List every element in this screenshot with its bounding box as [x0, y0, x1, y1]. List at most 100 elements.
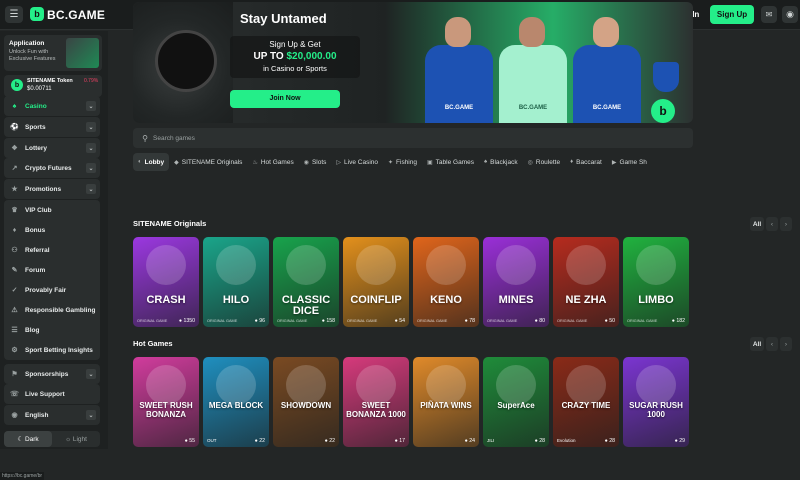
globe-icon[interactable]: ◉ — [782, 6, 798, 23]
game-tag: ORIGINAL GAME — [557, 319, 588, 323]
game-art — [146, 365, 186, 405]
game-tag: ORIGINAL GAME — [137, 319, 168, 323]
hot-games-all-button[interactable]: All — [750, 337, 764, 351]
tab-fishing[interactable]: ✦ Fishing — [383, 153, 422, 171]
game-title: CRAZY TIME — [561, 401, 611, 410]
sidebar-item-bonus[interactable]: ♦ Bonus — [4, 220, 100, 240]
sidebar-group: ★ Promotions ⌄ — [4, 179, 100, 199]
hero-banner[interactable]: Stay Untamed Sign Up & Get UP TO $20,000… — [133, 2, 693, 123]
tab-baccarat[interactable]: ♦ Baccarat — [565, 153, 607, 171]
game-search-input[interactable] — [153, 130, 673, 146]
chevron-down-icon[interactable]: ⌄ — [86, 369, 96, 379]
sidebar-item-sport-betting-insights[interactable]: ⚙ Sport Betting Insights — [4, 340, 100, 360]
sidebar-item-vip-club[interactable]: ♛ VIP Club — [4, 200, 100, 220]
chevron-left-icon[interactable]: ‹ — [766, 217, 778, 231]
app-promo-title: Application — [9, 40, 45, 47]
game-tile[interactable]: SWEET RUSH BONANZA ● 55 — [133, 357, 199, 447]
logo-text[interactable]: BC.GAME — [47, 8, 105, 22]
sidebar-item-label: Provably Fair — [25, 286, 67, 294]
sidebar-item-referral[interactable]: ⚇ Referral — [4, 240, 100, 260]
token-card[interactable]: b SITENAME Token 0.79% $0.00711 — [4, 75, 102, 97]
chevron-down-icon[interactable]: ⌄ — [86, 410, 96, 420]
chevron-down-icon[interactable]: ⌄ — [86, 184, 96, 194]
game-tile[interactable]: COINFLIP ORIGINAL GAME ● 54 — [343, 237, 409, 327]
game-title: HILO — [222, 294, 250, 306]
sidebar-item-crypto-futures[interactable]: ↗ Crypto Futures ⌄ — [4, 158, 100, 178]
game-title: SWEET BONANZA 1000 — [346, 401, 406, 419]
game-tile[interactable]: LIMBO ORIGINAL GAME ● 182 — [623, 237, 689, 327]
sidebar-item-blog[interactable]: ☰ Blog — [4, 320, 100, 340]
game-tile[interactable]: CRAZY TIME Evolution ● 28 — [553, 357, 619, 447]
game-tile[interactable]: SUGAR RUSH 1000 ● 29 — [623, 357, 689, 447]
game-tile[interactable]: MEGA BLOCK OUT ● 22 — [203, 357, 269, 447]
message-icon[interactable]: ✉ — [761, 6, 777, 23]
club-crest-icon — [653, 62, 679, 92]
game-tile[interactable]: SuperAce JILI ● 28 — [483, 357, 549, 447]
game-title: SWEET RUSH BONANZA — [139, 401, 193, 419]
token-name: SITENAME Token — [27, 78, 73, 84]
promotions-icon: ★ — [11, 186, 18, 193]
tab-table-games[interactable]: ▣ Table Games — [422, 153, 479, 171]
category-icon: ◎ — [527, 159, 533, 166]
game-tile[interactable]: SWEET BONANZA 1000 ● 17 — [343, 357, 409, 447]
sidebar-item-responsible-gambling[interactable]: ⚠ Responsible Gambling — [4, 300, 100, 320]
tab-live-casino[interactable]: ▷ Live Casino — [331, 153, 383, 171]
chevron-right-icon[interactable]: › — [780, 217, 792, 231]
category-icon: ▣ — [427, 159, 433, 166]
sidebar-item-label: Referral — [25, 246, 50, 254]
tab-label: Roulette — [535, 158, 561, 166]
game-tile[interactable]: PIÑATA WINS ● 24 — [413, 357, 479, 447]
theme-switch[interactable]: ☾ Dark ☼ Light — [4, 431, 100, 447]
chevron-down-icon[interactable]: ⌄ — [86, 163, 96, 173]
offer-amount: $20,000.00 — [286, 51, 337, 62]
sidebar-item-casino[interactable]: ♠ Casino ⌄ — [4, 96, 100, 116]
app-promo-card[interactable]: Application Unlock Fun with Exclusive Fe… — [4, 35, 102, 71]
sports-icon: ⚽ — [10, 124, 19, 131]
sidebar-item-sponsorships[interactable]: ⚑ Sponsorships ⌄ — [4, 364, 100, 384]
join-now-button[interactable]: Join Now — [230, 90, 340, 108]
sidebar-item-label: Responsible Gambling — [25, 306, 96, 314]
tab-hot-games[interactable]: ♨ Hot Games — [247, 153, 298, 171]
theme-light-option[interactable]: ☼ Light — [52, 431, 100, 447]
menu-icon[interactable]: ☰ — [5, 6, 23, 23]
theme-dark-option[interactable]: ☾ Dark — [4, 431, 52, 447]
chevron-down-icon[interactable]: ⌄ — [86, 101, 96, 111]
game-tile[interactable]: NE ZHA ORIGINAL GAME ● 50 — [553, 237, 619, 327]
player-count-value: 22 — [259, 438, 265, 444]
game-tile[interactable]: CLASSIC DICE ORIGINAL GAME ● 158 — [273, 237, 339, 327]
game-tile[interactable]: CRASH ORIGINAL GAME ● 1350 — [133, 237, 199, 327]
chevron-down-icon[interactable]: ⌄ — [86, 122, 96, 132]
chevron-left-icon[interactable]: ‹ — [766, 337, 778, 351]
sidebar-item-live-support[interactable]: ☏ Live Support — [4, 384, 100, 404]
tab-label: Baccarat — [576, 158, 602, 166]
offer-up-to: UP TO — [253, 51, 287, 62]
sidebar-item-provably-fair[interactable]: ✓ Provably Fair — [4, 280, 100, 300]
game-tile[interactable]: KENO ORIGINAL GAME ● 78 — [413, 237, 479, 327]
tab-slots[interactable]: ◉ Slots — [299, 153, 332, 171]
game-tile[interactable]: SHOWDOWN ● 22 — [273, 357, 339, 447]
game-tile[interactable]: HILO ORIGINAL GAME ● 96 — [203, 237, 269, 327]
sidebar-item-label: Blog — [25, 326, 40, 334]
sidebar-item-promotions[interactable]: ★ Promotions ⌄ — [4, 179, 100, 199]
bc-logo-icon: b — [651, 99, 675, 123]
chevron-right-icon[interactable]: › — [780, 337, 792, 351]
tab-roulette[interactable]: ◎ Roulette — [523, 153, 565, 171]
sidebar-item-label: VIP Club — [25, 206, 52, 214]
game-tile[interactable]: MINES ORIGINAL GAME ● 80 — [483, 237, 549, 327]
sidebar-item-sports[interactable]: ⚽ Sports ⌄ — [4, 117, 100, 137]
status-url: https://bc.game/br — [0, 472, 45, 480]
sign-up-button[interactable]: Sign Up — [710, 5, 754, 24]
game-search-bar[interactable]: ⚲ — [133, 128, 693, 148]
tab-blackjack[interactable]: ♠ Blackjack — [479, 153, 523, 171]
sidebar-item-label: Sports — [25, 123, 46, 131]
tab-sitename-originals[interactable]: ◆ SITENAME Originals — [169, 153, 247, 171]
sidebar-item-forum[interactable]: ✎ Forum — [4, 260, 100, 280]
logo-icon[interactable]: b — [30, 7, 44, 21]
originals-all-button[interactable]: All — [750, 217, 764, 231]
chevron-down-icon[interactable]: ⌄ — [86, 143, 96, 153]
shirt-brand: BC.GAME — [444, 105, 474, 111]
tab-game-sh[interactable]: ▶ Game Sh — [607, 153, 652, 171]
sidebar-item-english[interactable]: ◉ English ⌄ — [4, 405, 100, 425]
sidebar-item-lottery[interactable]: ❖ Lottery ⌄ — [4, 138, 100, 158]
tab-lobby[interactable]: ◐ Lobby — [133, 153, 170, 171]
